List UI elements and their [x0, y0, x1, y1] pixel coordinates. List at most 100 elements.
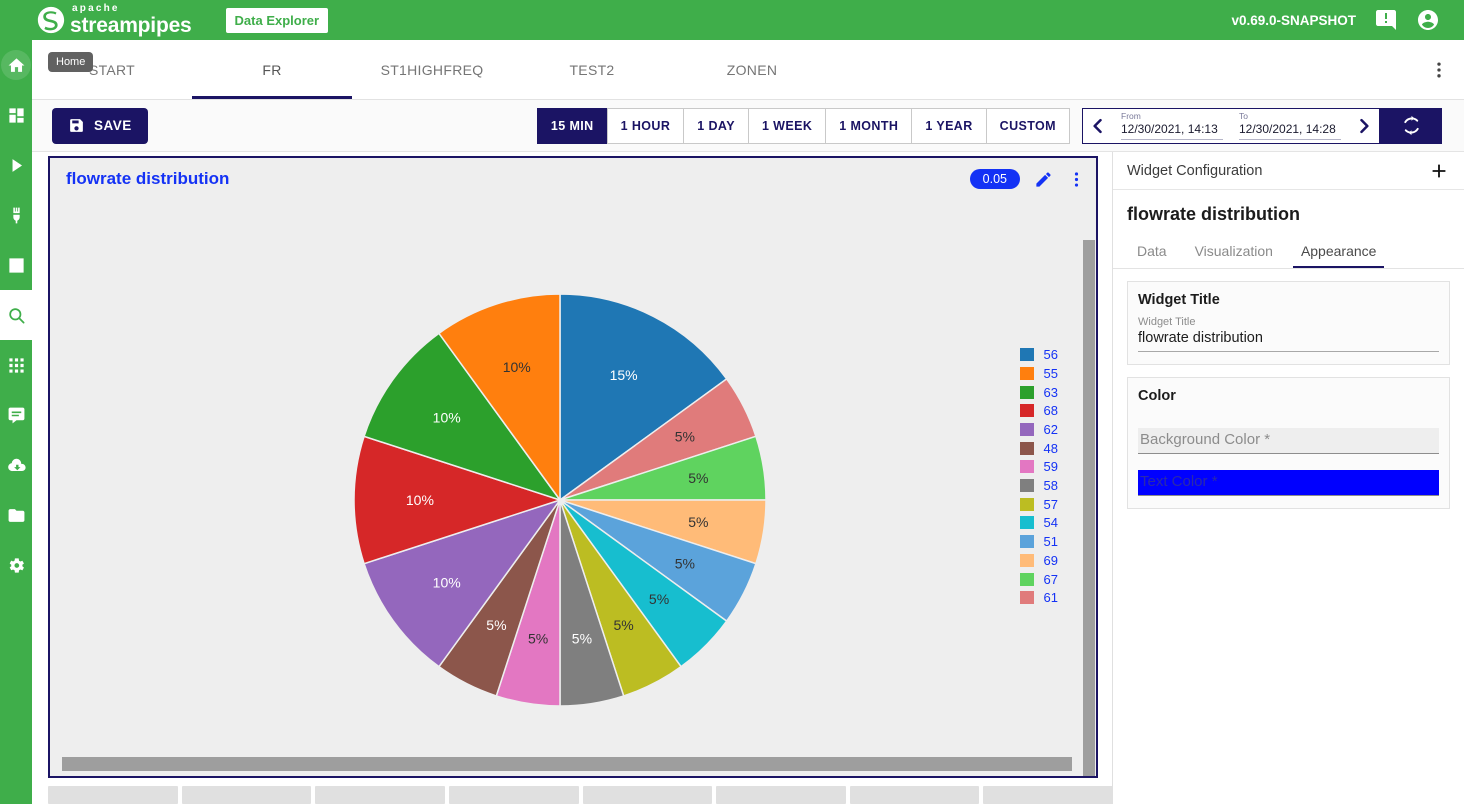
- legend-color-swatch: [1020, 404, 1034, 417]
- widget-header: flowrate distribution 0.05: [50, 158, 1096, 200]
- refresh-button[interactable]: [1380, 108, 1442, 144]
- range-15min[interactable]: 15 MIN: [537, 108, 607, 144]
- range-1year[interactable]: 1 YEAR: [911, 108, 985, 144]
- legend-color-swatch: [1020, 591, 1034, 604]
- legend-item[interactable]: 51: [1020, 535, 1058, 549]
- grid-cell: [716, 786, 846, 804]
- range-1hour[interactable]: 1 HOUR: [607, 108, 684, 144]
- legend-item[interactable]: 55: [1020, 367, 1058, 381]
- pie-slice-label: 5%: [675, 428, 695, 444]
- pie-slice-label: 10%: [503, 359, 531, 375]
- color-card-spacer-2: [1138, 454, 1439, 470]
- date-to-field[interactable]: To 12/30/2021, 14:28: [1231, 109, 1349, 143]
- range-1day[interactable]: 1 DAY: [683, 108, 748, 144]
- tab-label: FR: [262, 62, 281, 78]
- legend-item[interactable]: 63: [1020, 385, 1058, 399]
- legend-label: 54: [1044, 516, 1058, 529]
- tabbar-overflow-menu[interactable]: [1414, 40, 1464, 99]
- legend-color-swatch: [1020, 442, 1034, 455]
- tab-fr[interactable]: FR: [192, 40, 352, 99]
- chevron-right-icon: [1354, 116, 1374, 136]
- data-explorer-badge[interactable]: Data Explorer: [226, 8, 329, 33]
- sidebar-item-files[interactable]: [0, 490, 32, 540]
- sidebar-item-pipelines[interactable]: [0, 140, 32, 190]
- widget-title-card: Widget Title Widget Title flowrate distr…: [1127, 281, 1450, 365]
- legend-item[interactable]: 58: [1020, 479, 1058, 493]
- legend-color-swatch: [1020, 498, 1034, 511]
- legend-color-swatch: [1020, 386, 1034, 399]
- legend-item[interactable]: 67: [1020, 572, 1058, 586]
- time-range-selector: 15 MIN 1 HOUR 1 DAY 1 WEEK 1 MONTH 1 YEA…: [537, 108, 1070, 144]
- legend-item[interactable]: 62: [1020, 423, 1058, 437]
- widget-vertical-scrollbar[interactable]: [1082, 240, 1096, 750]
- legend-item[interactable]: 61: [1020, 591, 1058, 605]
- tab-test2[interactable]: TEST2: [512, 40, 672, 99]
- add-widget-button[interactable]: [1428, 160, 1450, 182]
- widget-horizontal-scrollbar[interactable]: [50, 756, 1082, 772]
- sidebar-item-data-explorer[interactable]: [0, 290, 32, 340]
- range-1week[interactable]: 1 WEEK: [748, 108, 825, 144]
- date-range-next-button[interactable]: [1349, 109, 1379, 143]
- legend-label: 67: [1044, 573, 1058, 586]
- legend-item[interactable]: 48: [1020, 441, 1058, 455]
- widget-menu-button[interactable]: [1067, 170, 1086, 189]
- config-tab-visualization[interactable]: Visualization: [1181, 235, 1287, 268]
- sidebar-item-settings[interactable]: [0, 540, 32, 590]
- save-button-label: SAVE: [94, 118, 132, 133]
- app-logo[interactable]: apache streampipes: [36, 0, 192, 40]
- sidebar-item-downloads[interactable]: [0, 440, 32, 490]
- announcement-icon[interactable]: [1374, 8, 1398, 32]
- pipelines-play-icon: [7, 156, 26, 175]
- legend-item[interactable]: 69: [1020, 554, 1058, 568]
- sidebar-item-home[interactable]: [0, 40, 32, 90]
- legend-label: 56: [1044, 348, 1058, 361]
- cloud-download-icon: [7, 456, 26, 475]
- grid-cell: [315, 786, 445, 804]
- chevron-left-icon: [1088, 116, 1108, 136]
- date-from-field[interactable]: From 12/30/2021, 14:13: [1113, 109, 1231, 143]
- legend-label: 51: [1044, 535, 1058, 548]
- tab-zonen[interactable]: ZONEN: [672, 40, 832, 99]
- widget-title-field[interactable]: Widget Title flowrate distribution: [1138, 316, 1439, 352]
- legend-item[interactable]: 68: [1020, 404, 1058, 418]
- date-to-label: To: [1239, 111, 1341, 121]
- sidebar-item-charts[interactable]: [0, 240, 32, 290]
- refresh-icon: [1400, 114, 1423, 137]
- connect-plug-icon: [7, 206, 26, 225]
- legend-label: 62: [1044, 423, 1058, 436]
- sidebar-item-notifications[interactable]: [0, 390, 32, 440]
- config-tab-data[interactable]: Data: [1123, 235, 1181, 268]
- legend-color-swatch: [1020, 367, 1034, 380]
- legend-item[interactable]: 54: [1020, 516, 1058, 530]
- range-custom[interactable]: CUSTOM: [986, 108, 1070, 144]
- legend-item[interactable]: 59: [1020, 460, 1058, 474]
- tab-label: ZONEN: [727, 62, 778, 78]
- sidebar-item-apps[interactable]: [0, 340, 32, 390]
- sidebar-item-dashboard[interactable]: [0, 90, 32, 140]
- background-color-input[interactable]: Background Color *: [1138, 428, 1439, 454]
- dashboard-canvas: flowrate distribution 0.05 15%5%5%5%5%5%…: [32, 152, 1112, 804]
- legend-color-swatch: [1020, 479, 1034, 492]
- legend-item[interactable]: 56: [1020, 348, 1058, 362]
- logo-apache-text: apache: [72, 4, 192, 14]
- widget-edit-button[interactable]: [1034, 170, 1053, 189]
- widget-value-badge: 0.05: [970, 169, 1020, 189]
- config-tab-appearance[interactable]: Appearance: [1287, 235, 1391, 268]
- pie-chart-svg[interactable]: 15%5%5%5%5%5%5%5%5%5%10%10%10%10%: [350, 290, 770, 710]
- sidebar-item-connect[interactable]: [0, 190, 32, 240]
- account-icon[interactable]: [1416, 8, 1440, 32]
- tab-st1highfreq[interactable]: ST1HIGHFREQ: [352, 40, 512, 99]
- horizontal-scroll-thumb[interactable]: [62, 757, 1072, 771]
- legend-item[interactable]: 57: [1020, 498, 1058, 512]
- widget-title-input[interactable]: flowrate distribution: [1138, 330, 1439, 352]
- config-widget-name: flowrate distribution: [1113, 190, 1464, 235]
- grid-cell: [182, 786, 312, 804]
- range-1month[interactable]: 1 MONTH: [825, 108, 911, 144]
- search-icon: [7, 306, 26, 325]
- save-button[interactable]: SAVE: [52, 108, 148, 144]
- date-range-prev-button[interactable]: [1083, 109, 1113, 143]
- tab-list: START FR ST1HIGHFREQ TEST2 ZONEN: [32, 40, 832, 99]
- text-color-input[interactable]: Text Color *: [1138, 470, 1439, 496]
- legend-label: 61: [1044, 591, 1058, 604]
- vertical-scroll-thumb[interactable]: [1083, 240, 1095, 776]
